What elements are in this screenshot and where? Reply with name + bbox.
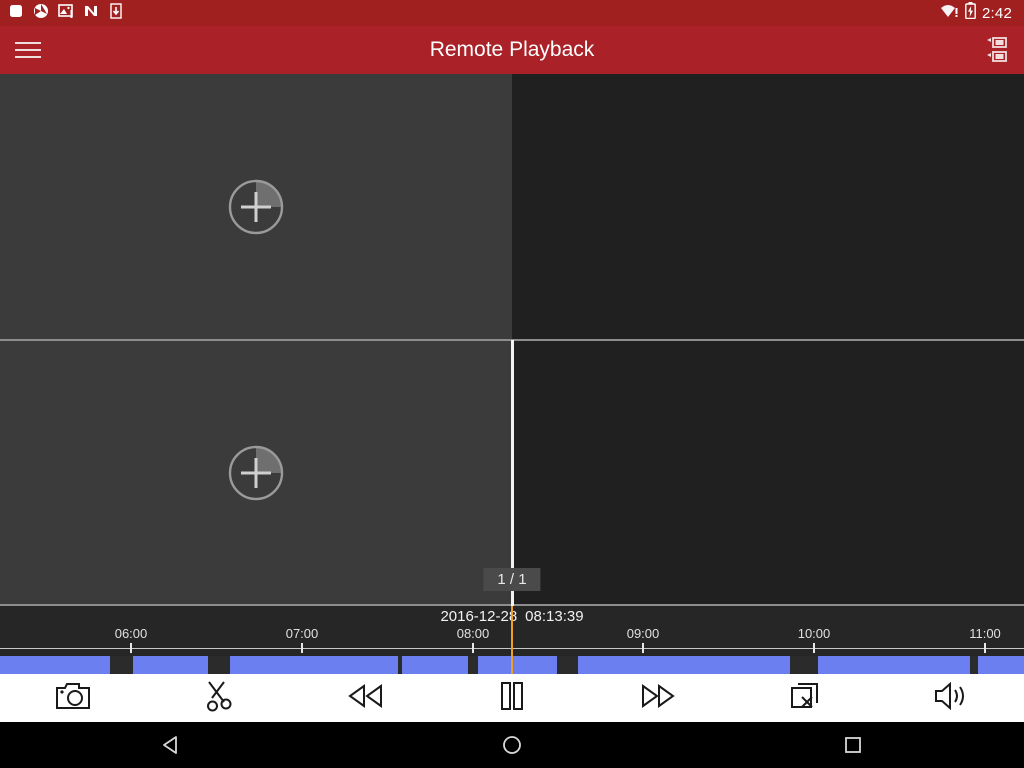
window-layout-icon[interactable]	[972, 26, 1024, 74]
add-channel-icon[interactable]	[227, 178, 285, 236]
video-pane-2[interactable]	[0, 74, 512, 340]
timeline-segment[interactable]	[478, 656, 557, 676]
timeline-tick	[984, 643, 986, 653]
wifi-warning-icon	[939, 3, 959, 24]
video-grid: 12-28-2016 星期三 08:13:39 Camera 01 NVR-Ca…	[0, 74, 1024, 606]
stop-recording-icon	[8, 3, 24, 24]
timeline-tick-label: 06:00	[114, 626, 148, 641]
rewind-button[interactable]	[293, 674, 439, 722]
scissors-icon	[204, 680, 234, 717]
timeline-tick-label: 09:00	[626, 626, 660, 641]
battery-charging-icon	[965, 2, 976, 24]
timeline-segment[interactable]	[818, 656, 970, 676]
forward-button[interactable]	[585, 674, 731, 722]
clip-button[interactable]	[146, 674, 292, 722]
timeline-segment[interactable]	[578, 656, 790, 676]
audio-button[interactable]	[878, 674, 1024, 722]
timeline-tick-label: 11:00	[969, 626, 1001, 641]
pause-button[interactable]	[439, 674, 585, 722]
download-icon	[108, 2, 124, 24]
timeline-tick	[301, 643, 303, 653]
rewind-icon	[347, 683, 384, 713]
timeline-segment[interactable]	[978, 656, 1024, 676]
pause-icon	[499, 681, 525, 716]
timeline-tick	[130, 643, 132, 653]
add-channel-icon[interactable]	[227, 444, 285, 502]
status-bar-system-icons: 2:42	[939, 2, 1016, 24]
timeline-segment[interactable]	[230, 656, 398, 676]
timeline[interactable]: 2016-12-28 08:13:39 06:00 07:00 08:00 09:00…	[0, 606, 1024, 676]
timeline-tick-label: 08:00	[456, 626, 490, 641]
timeline-tick	[472, 643, 474, 653]
close-all-button[interactable]	[731, 674, 877, 722]
timeline-tick-label: 10:00	[797, 626, 831, 641]
playback-toolbar	[0, 674, 1024, 722]
android-navigation-bar	[0, 722, 1024, 768]
playhead-line	[511, 340, 514, 606]
timeline-tick-label: 07:00	[285, 626, 319, 641]
status-bar-clock: 2:42	[982, 4, 1012, 22]
fast-forward-icon	[640, 683, 676, 713]
home-icon[interactable]	[341, 734, 682, 756]
status-bar-notification-icons	[8, 2, 124, 24]
timeline-segment[interactable]	[0, 656, 110, 676]
camera-icon	[56, 682, 91, 715]
app-bar: Remote Playback	[0, 26, 1024, 74]
video-pane-4[interactable]	[0, 340, 512, 606]
image-warning-icon	[58, 3, 74, 24]
speaker-icon	[934, 681, 968, 716]
back-icon[interactable]	[0, 734, 341, 756]
snapshot-button[interactable]	[0, 674, 146, 722]
timeline-segment[interactable]	[402, 656, 468, 676]
timeline-tick	[642, 643, 644, 653]
page-title: Remote Playback	[429, 38, 595, 61]
recents-icon[interactable]	[683, 735, 1024, 755]
timeline-playhead[interactable]	[511, 606, 513, 674]
timeline-segment[interactable]	[133, 656, 208, 676]
page-indicator: 1 / 1	[483, 568, 541, 591]
n-app-icon	[83, 3, 99, 24]
timeline-date: 2016-12-28	[440, 608, 518, 625]
timeline-time: 08:13:39	[525, 608, 584, 625]
status-bar: 2:42	[0, 0, 1024, 26]
hamburger-menu-icon[interactable]	[0, 26, 56, 74]
broken-circle-icon	[33, 3, 49, 24]
timeline-tick	[813, 643, 815, 653]
close-window-icon	[790, 681, 820, 716]
